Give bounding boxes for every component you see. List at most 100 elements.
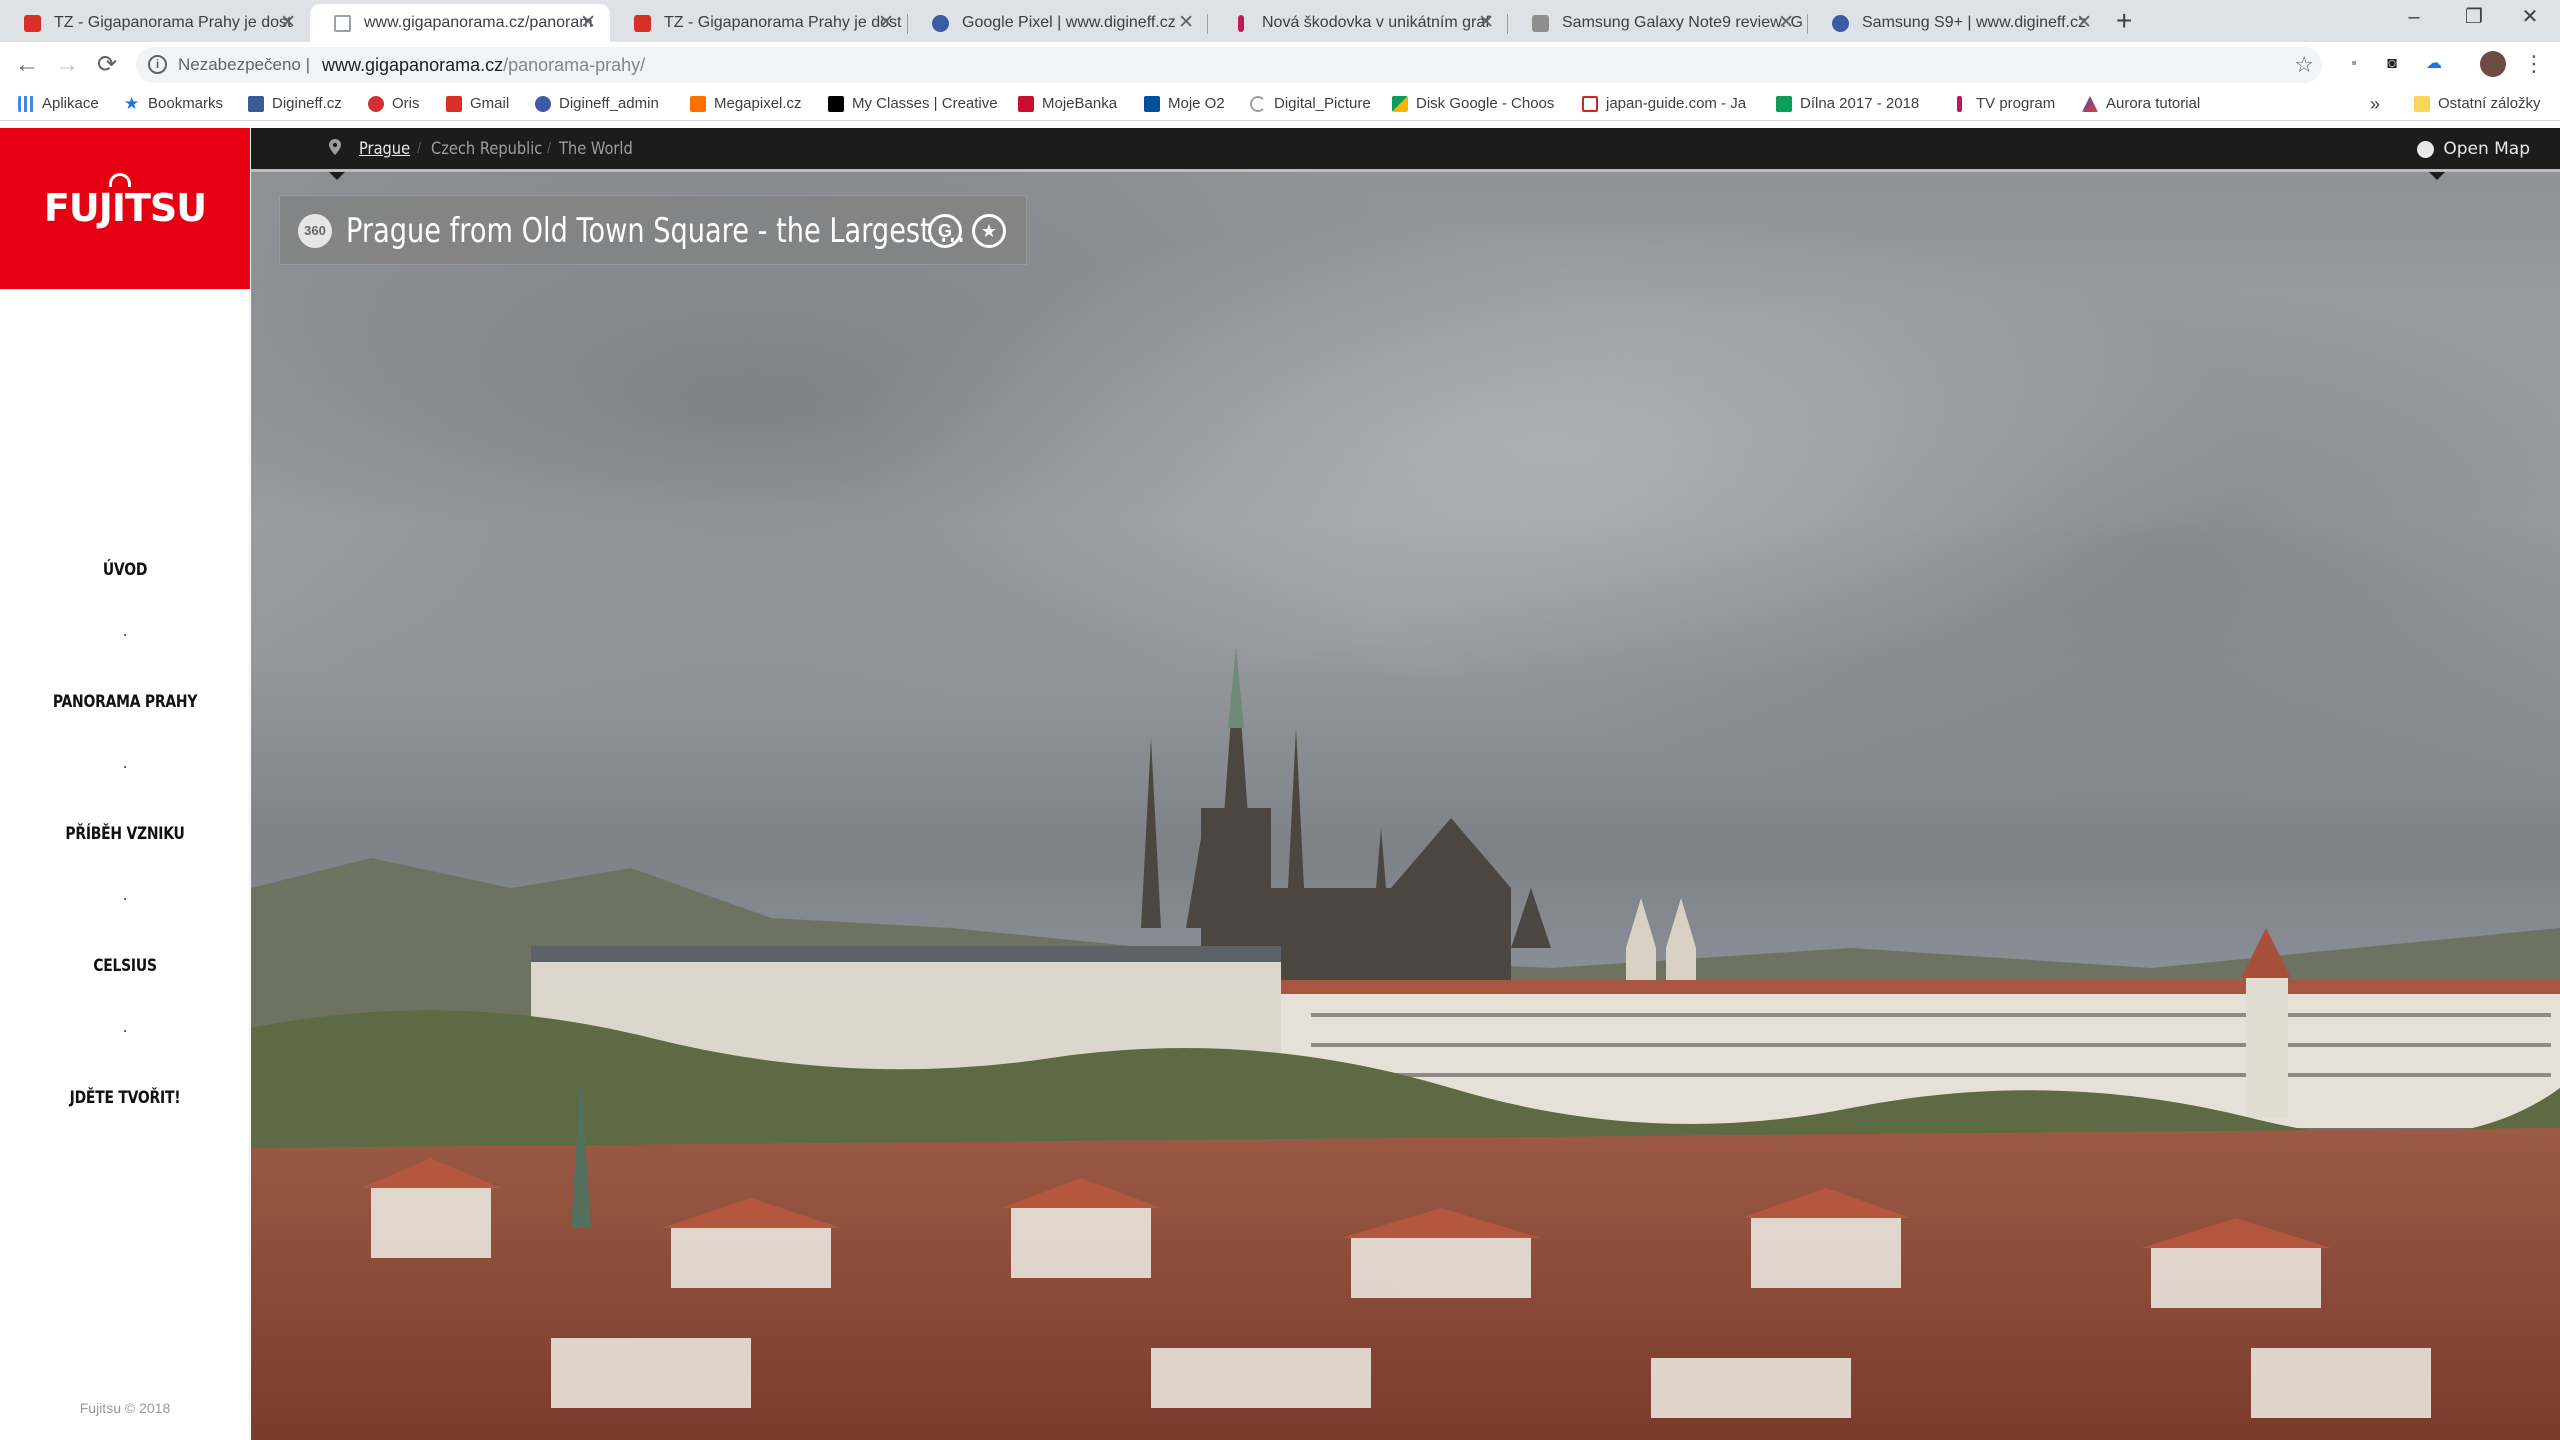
bookmark-star-icon[interactable]: ☆ xyxy=(2294,47,2314,83)
menu-kebab-icon[interactable]: ⋮ xyxy=(2522,52,2546,76)
creative-icon xyxy=(828,96,844,112)
browser-toolbar: ← → ⟳ i Nezabezpečeno | www.gigapanorama… xyxy=(0,42,2560,87)
panorama-viewer[interactable]: Prague / Czech Republic / The World Open… xyxy=(251,128,2560,1440)
info-icon[interactable]: i xyxy=(148,55,167,74)
close-window-button[interactable]: ✕ xyxy=(2500,0,2560,34)
minimize-button[interactable]: – xyxy=(2384,0,2444,34)
close-icon[interactable]: ✕ xyxy=(1178,4,1194,42)
menu-item-pribeh-vzniku[interactable]: PŘÍBĚH VZNIKU xyxy=(23,824,228,844)
copyright-footer: Fujitsu © 2018 xyxy=(79,1400,171,1416)
menu-item-jdete-tvorit[interactable]: JDĚTE TVOŘIT! xyxy=(23,1088,228,1108)
tab-6[interactable]: Samsung Galaxy Note9 review: G ✕ xyxy=(1508,4,1808,42)
url-text: www.gigapanorama.cz/panorama-prahy/ xyxy=(322,55,646,75)
bookmark-google-drive[interactable]: Disk Google - Choos xyxy=(1392,87,1562,121)
breadcrumb-prague[interactable]: Prague xyxy=(359,128,410,170)
bookmark-mojebanka[interactable]: MojeBanka xyxy=(1018,87,1117,121)
google-g-button[interactable]: G xyxy=(928,214,962,248)
tab-title: www.gigapanorama.cz/panoram xyxy=(364,14,593,31)
new-tab-button[interactable]: + xyxy=(2116,4,2132,38)
fujitsu-logo[interactable]: FUJITSU xyxy=(0,128,250,289)
info-icon xyxy=(1957,96,1962,112)
bookmark-oris[interactable]: Oris xyxy=(368,87,420,121)
forward-arrow-icon[interactable]: → xyxy=(52,50,82,80)
bookmark-gmail[interactable]: Gmail xyxy=(446,87,509,121)
location-pin-icon xyxy=(329,139,341,155)
tab-5[interactable]: Nová škodovka v unikátním graf ✕ xyxy=(1208,4,1508,42)
panorama-title-box: 360 Prague from Old Town Square - the La… xyxy=(279,195,1027,265)
bookmark-tv-program[interactable]: TV program xyxy=(1952,87,2055,121)
restore-button[interactable]: ❐ xyxy=(2444,0,2504,34)
menu-divider xyxy=(124,634,126,636)
bookmark-digineff[interactable]: Digineff.cz xyxy=(248,87,342,121)
tab-7[interactable]: Samsung S9+ | www.digineff.cz ✕ xyxy=(1808,4,2106,42)
breadcrumb-czech-republic[interactable]: Czech Republic xyxy=(431,128,542,170)
close-icon[interactable]: ✕ xyxy=(1778,4,1794,42)
page-icon xyxy=(334,15,351,32)
bookmark-megapixel[interactable]: Megapixel.cz xyxy=(690,87,802,121)
aurora-icon xyxy=(2082,96,2098,112)
bookmarks-bar: Aplikace ★ Bookmarks Digineff.cz Oris Gma… xyxy=(0,87,2560,121)
breadcrumb-notch xyxy=(329,172,345,180)
bookmark-creative[interactable]: My Classes | Creative xyxy=(828,87,1000,121)
tab-title: TZ - Gigapanorama Prahy je dost xyxy=(664,14,902,31)
panorama-title: Prague from Old Town Square - the Larges… xyxy=(346,211,966,251)
extension-icon[interactable]: ▪ xyxy=(2342,52,2366,76)
menu-item-uvod[interactable]: ÚVOD xyxy=(23,560,228,580)
glasses-extension-icon[interactable]: ◙ xyxy=(2380,52,2404,76)
other-bookmarks-folder[interactable]: Ostatní záložky xyxy=(2414,87,2541,121)
tab-title: TZ - Gigapanorama Prahy je dost xyxy=(54,14,292,31)
tab-1[interactable]: TZ - Gigapanorama Prahy je dost ✕ xyxy=(0,4,310,42)
tab-title: Samsung Galaxy Note9 review: G xyxy=(1562,14,1803,31)
globe-icon xyxy=(2417,141,2434,158)
facebook-icon xyxy=(248,96,264,112)
back-arrow-icon[interactable]: ← xyxy=(12,50,42,80)
bookmark-dilna[interactable]: Dílna 2017 - 2018 xyxy=(1776,87,1919,121)
bookmark-bookmarks[interactable]: ★ Bookmarks xyxy=(124,87,223,121)
security-label: Nezabezpečeno | xyxy=(178,55,311,74)
close-icon[interactable]: ✕ xyxy=(1478,4,1494,42)
gmail-icon xyxy=(446,96,462,112)
folder-icon xyxy=(2414,96,2430,112)
tab-3[interactable]: TZ - Gigapanorama Prahy je dost ✕ xyxy=(610,4,908,42)
bookmark-japan-guide[interactable]: japan-guide.com - Ja xyxy=(1582,87,1752,121)
bank-icon xyxy=(1018,96,1034,112)
favorite-star-button[interactable]: ★ xyxy=(972,214,1006,248)
close-icon[interactable]: ✕ xyxy=(2076,4,2092,42)
tab-title: Nová škodovka v unikátním graf xyxy=(1262,14,1490,31)
panorama-image xyxy=(251,648,2560,1440)
cloud-extension-icon[interactable]: ☁ xyxy=(2422,52,2446,76)
reload-icon[interactable]: ⟳ xyxy=(92,50,122,80)
menu-item-panorama-prahy[interactable]: PANORAMA PRAHY xyxy=(23,692,228,712)
bookmark-digineff-admin[interactable]: Digineff_admin xyxy=(535,87,659,121)
drive-icon xyxy=(1392,96,1408,112)
breadcrumb-separator: / xyxy=(417,140,422,157)
close-icon[interactable]: ✕ xyxy=(878,4,894,42)
bookmark-aurora[interactable]: Aurora tutorial xyxy=(2082,87,2200,121)
digineff-icon xyxy=(1832,15,1849,32)
bookmark-o2[interactable]: Moje O2 xyxy=(1144,87,1225,121)
tab-title: Samsung S9+ | www.digineff.cz xyxy=(1862,14,2086,31)
tab-2-active[interactable]: www.gigapanorama.cz/panoram ✕ xyxy=(310,4,610,42)
gsmarena-icon xyxy=(1532,15,1549,32)
profile-avatar[interactable] xyxy=(2480,51,2506,77)
bookmark-digital-picture[interactable]: Digital_Picture xyxy=(1250,87,1371,121)
star-icon: ★ xyxy=(124,94,140,113)
open-map-button[interactable]: Open Map xyxy=(2443,128,2530,170)
address-bar[interactable]: i Nezabezpečeno | www.gigapanorama.cz/pa… xyxy=(136,47,2322,83)
close-icon[interactable]: ✕ xyxy=(280,4,296,42)
breadcrumb-the-world[interactable]: The World xyxy=(559,128,633,170)
bookmarks-overflow-chevron[interactable]: » xyxy=(2370,87,2380,121)
sheets-icon xyxy=(1776,96,1792,112)
japan-icon xyxy=(1582,96,1598,112)
tab-4[interactable]: Google Pixel | www.digineff.cz ✕ xyxy=(908,4,1208,42)
menu-divider xyxy=(124,766,126,768)
digineff-icon xyxy=(535,96,551,112)
bookmark-aplikace[interactable]: Aplikace xyxy=(18,87,99,121)
loading-icon xyxy=(1250,96,1266,112)
menu-item-celsius[interactable]: CELSIUS xyxy=(23,956,228,976)
tab-strip: TZ - Gigapanorama Prahy je dost ✕ www.gi… xyxy=(0,0,2560,42)
close-icon[interactable]: ✕ xyxy=(580,4,596,42)
info-icon xyxy=(1238,15,1244,32)
menu-divider xyxy=(124,898,126,900)
gmail-icon xyxy=(24,15,41,32)
